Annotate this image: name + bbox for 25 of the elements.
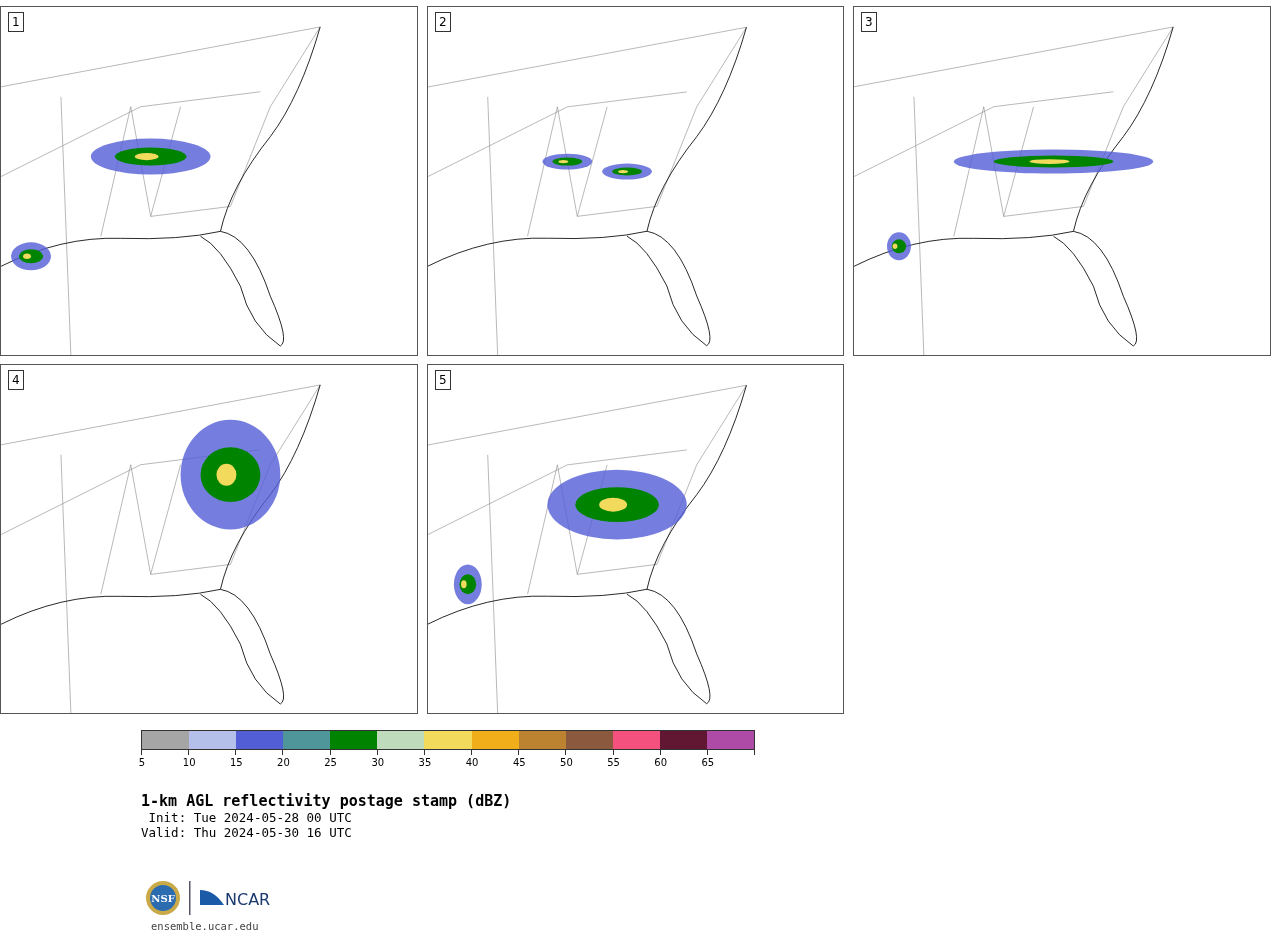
- tick-label: 45: [512, 757, 526, 769]
- tick-label: 50: [560, 757, 573, 769]
- tick-label: 40: [465, 757, 479, 769]
- seal-logo: NSF: [145, 880, 181, 916]
- tick-label: 5: [138, 757, 146, 769]
- tick-label: 35: [418, 757, 432, 769]
- panel-number: 1: [8, 12, 24, 32]
- logo-divider: [189, 881, 191, 915]
- chart-title: 1-km AGL reflectivity postage stamp (dBZ): [141, 792, 513, 810]
- panel-number: 3: [861, 12, 877, 32]
- tick-label: 20: [277, 757, 290, 769]
- website-url: ensemble.ucar.edu: [151, 920, 260, 932]
- panel-number: 4: [8, 370, 24, 390]
- panel-number: 2: [435, 12, 451, 32]
- tick-label: 10: [182, 757, 196, 769]
- init-time: Init: Tue 2024-05-28 00 UTC: [147, 810, 353, 825]
- panel-number: 5: [435, 370, 451, 390]
- ncar-logo: NCAR: [199, 886, 273, 910]
- tick-label: 55: [607, 757, 620, 769]
- tick-label: 25: [324, 757, 337, 769]
- valid-time: Valid: Thu 2024-05-30 16 UTC: [141, 825, 353, 840]
- tick-label: 15: [229, 757, 243, 769]
- tick-label: 65: [701, 757, 715, 769]
- tick-label: 60: [654, 757, 668, 769]
- tick-label: 30: [371, 757, 385, 769]
